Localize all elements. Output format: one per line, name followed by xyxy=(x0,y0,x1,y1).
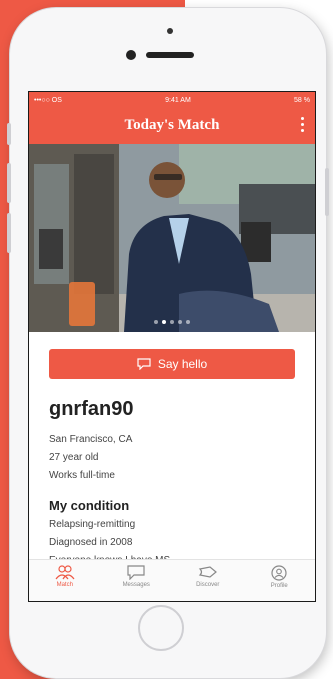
tab-messages-label: Messages xyxy=(122,582,150,588)
profile-age: 27 year old xyxy=(49,452,99,463)
profile-card: Say hello gnrfan90 San Francisco, CA 27 … xyxy=(29,332,315,566)
tab-match[interactable]: Match xyxy=(29,560,101,601)
condition-diagnosed: Diagnosed in 2008 xyxy=(49,537,133,548)
status-bar: •••○○ OS 9:41 AM 58 % xyxy=(29,92,315,108)
home-button[interactable] xyxy=(138,605,184,651)
mute-switch xyxy=(7,123,11,145)
bottom-tab-bar: Match Messages Discover Profile xyxy=(29,559,315,601)
carrier-label: •••○○ OS xyxy=(34,96,62,104)
front-camera-icon xyxy=(167,28,173,34)
match-photo[interactable] xyxy=(29,144,315,332)
match-photo-image xyxy=(29,144,315,332)
volume-down-button xyxy=(7,213,11,253)
profile-username: gnrfan90 xyxy=(49,398,134,420)
carousel-dots[interactable] xyxy=(29,320,315,324)
clock-label: 9:41 AM xyxy=(165,96,191,104)
sensor-icon xyxy=(126,50,136,60)
tab-messages[interactable]: Messages xyxy=(101,560,173,601)
top-navbar: Today's Match xyxy=(29,108,315,144)
message-icon xyxy=(127,565,145,580)
user-circle-icon xyxy=(271,565,287,581)
tag-icon xyxy=(198,566,217,578)
people-icon xyxy=(55,565,75,580)
page-title: Today's Match xyxy=(124,117,220,133)
earpiece-speaker xyxy=(146,52,194,58)
profile-work: Works full-time xyxy=(49,470,115,481)
tab-profile-label: Profile xyxy=(270,583,288,589)
tab-discover[interactable]: Discover xyxy=(172,560,244,601)
power-button xyxy=(325,168,329,216)
tab-profile[interactable]: Profile xyxy=(244,560,316,601)
volume-up-button xyxy=(7,163,11,203)
condition-type: Relapsing-remitting xyxy=(49,519,136,530)
say-hello-button[interactable]: Say hello xyxy=(49,349,295,379)
more-vertical-icon[interactable] xyxy=(301,117,305,135)
battery-label: 58 % xyxy=(294,96,310,104)
condition-heading: My condition xyxy=(49,498,130,513)
tab-match-label: Match xyxy=(56,582,73,588)
say-hello-label: Say hello xyxy=(157,357,208,371)
profile-location: San Francisco, CA xyxy=(49,434,133,445)
tab-discover-label: Discover xyxy=(196,582,220,588)
chat-bubble-icon xyxy=(137,358,151,370)
app-screen: •••○○ OS 9:41 AM 58 % Today's Match Say … xyxy=(28,91,316,602)
